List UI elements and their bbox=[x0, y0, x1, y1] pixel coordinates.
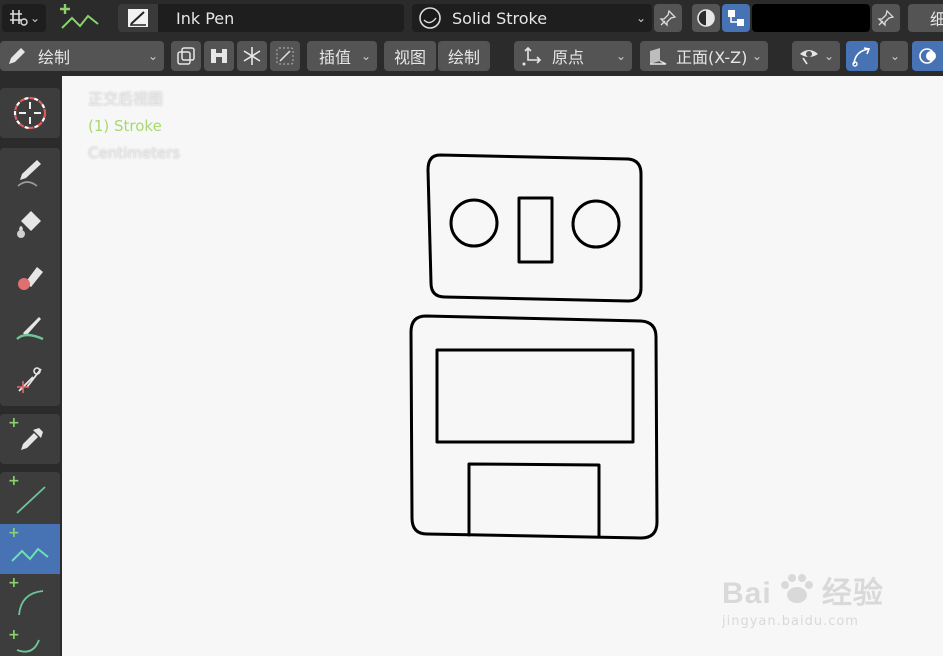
robot-right-eye-stroke bbox=[571, 199, 621, 249]
robot-door-stroke bbox=[467, 462, 601, 539]
paw-logo-icon bbox=[777, 571, 817, 607]
watermark-brand-tail: 经验 bbox=[821, 577, 884, 610]
robot-head-stroke bbox=[426, 153, 643, 303]
watermark-brand: Bai bbox=[722, 577, 772, 610]
watermark-url: jingyan.baidu.com bbox=[722, 614, 859, 629]
robot-nose-stroke bbox=[517, 196, 554, 264]
drawing-canvas[interactable] bbox=[0, 0, 943, 656]
robot-screen-stroke bbox=[435, 348, 635, 444]
robot-left-eye-stroke bbox=[449, 198, 499, 248]
baidu-watermark: Bai 经验 jingyan.baidu.com bbox=[722, 568, 884, 629]
